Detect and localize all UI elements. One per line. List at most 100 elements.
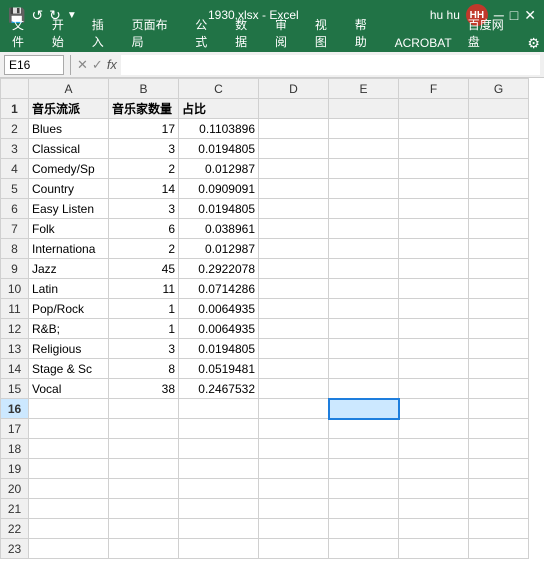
cell-b9[interactable]: 45 bbox=[109, 259, 179, 279]
cell-b8[interactable]: 2 bbox=[109, 239, 179, 259]
col-header-b[interactable]: B bbox=[109, 79, 179, 99]
cell-a14[interactable]: Stage & Sc bbox=[29, 359, 109, 379]
formula-confirm-icon[interactable]: ✓ bbox=[92, 57, 103, 73]
cell-b16[interactable] bbox=[109, 399, 179, 419]
cell-f21[interactable] bbox=[399, 499, 469, 519]
cell-g21[interactable] bbox=[469, 499, 529, 519]
tab-file[interactable]: 文件 bbox=[4, 14, 44, 52]
cell-b1[interactable]: 音乐家数量 bbox=[109, 99, 179, 119]
col-header-c[interactable]: C bbox=[179, 79, 259, 99]
cell-b23[interactable] bbox=[109, 539, 179, 559]
cell-b11[interactable]: 1 bbox=[109, 299, 179, 319]
cell-g19[interactable] bbox=[469, 459, 529, 479]
cell-c9[interactable]: 0.2922078 bbox=[179, 259, 259, 279]
window-close-icon[interactable]: ✕ bbox=[524, 7, 536, 24]
tab-data[interactable]: 数据 bbox=[227, 14, 267, 52]
cell-e23[interactable] bbox=[329, 539, 399, 559]
cell-c5[interactable]: 0.0909091 bbox=[179, 179, 259, 199]
cell-a18[interactable] bbox=[29, 439, 109, 459]
cell-b3[interactable]: 3 bbox=[109, 139, 179, 159]
cell-f19[interactable] bbox=[399, 459, 469, 479]
formula-input[interactable] bbox=[121, 55, 540, 75]
cell-c21[interactable] bbox=[179, 499, 259, 519]
cell-a9[interactable]: Jazz bbox=[29, 259, 109, 279]
col-header-d[interactable]: D bbox=[259, 79, 329, 99]
tab-help[interactable]: 帮助 bbox=[347, 14, 387, 52]
cell-e19[interactable] bbox=[329, 459, 399, 479]
cell-a1[interactable]: 音乐流派 bbox=[29, 99, 109, 119]
cell-b6[interactable]: 3 bbox=[109, 199, 179, 219]
cell-b14[interactable]: 8 bbox=[109, 359, 179, 379]
cell-d23[interactable] bbox=[259, 539, 329, 559]
cell-c12[interactable]: 0.0064935 bbox=[179, 319, 259, 339]
formula-cancel-icon[interactable]: ✕ bbox=[77, 57, 88, 73]
cell-c8[interactable]: 0.012987 bbox=[179, 239, 259, 259]
cell-e21[interactable] bbox=[329, 499, 399, 519]
cell-g16[interactable] bbox=[469, 399, 529, 419]
cell-b7[interactable]: 6 bbox=[109, 219, 179, 239]
cell-d22[interactable] bbox=[259, 519, 329, 539]
cell-c22[interactable] bbox=[179, 519, 259, 539]
cell-d19[interactable] bbox=[259, 459, 329, 479]
cell-a5[interactable]: Country bbox=[29, 179, 109, 199]
cell-a10[interactable]: Latin bbox=[29, 279, 109, 299]
cell-a6[interactable]: Easy Listen bbox=[29, 199, 109, 219]
cell-c14[interactable]: 0.0519481 bbox=[179, 359, 259, 379]
cell-b18[interactable] bbox=[109, 439, 179, 459]
cell-d18[interactable] bbox=[259, 439, 329, 459]
cell-e20[interactable] bbox=[329, 479, 399, 499]
cell-f20[interactable] bbox=[399, 479, 469, 499]
cell-a23[interactable] bbox=[29, 539, 109, 559]
cell-g18[interactable] bbox=[469, 439, 529, 459]
tab-start[interactable]: 开始 bbox=[44, 14, 84, 52]
cell-c10[interactable]: 0.0714286 bbox=[179, 279, 259, 299]
cell-e18[interactable] bbox=[329, 439, 399, 459]
cell-g20[interactable] bbox=[469, 479, 529, 499]
cell-b22[interactable] bbox=[109, 519, 179, 539]
tab-pagelayout[interactable]: 页面布局 bbox=[124, 14, 188, 52]
cell-a16[interactable] bbox=[29, 399, 109, 419]
cell-c15[interactable]: 0.2467532 bbox=[179, 379, 259, 399]
cell-a17[interactable] bbox=[29, 419, 109, 439]
cell-a12[interactable]: R&B; bbox=[29, 319, 109, 339]
cell-a20[interactable] bbox=[29, 479, 109, 499]
cell-c7[interactable]: 0.038961 bbox=[179, 219, 259, 239]
tab-review[interactable]: 审阅 bbox=[267, 14, 307, 52]
cell-c20[interactable] bbox=[179, 479, 259, 499]
cell-c13[interactable]: 0.0194805 bbox=[179, 339, 259, 359]
cell-b15[interactable]: 38 bbox=[109, 379, 179, 399]
cell-a15[interactable]: Vocal bbox=[29, 379, 109, 399]
cell-c1[interactable]: 占比 bbox=[179, 99, 259, 119]
cell-g17[interactable] bbox=[469, 419, 529, 439]
cell-c11[interactable]: 0.0064935 bbox=[179, 299, 259, 319]
col-header-f[interactable]: F bbox=[399, 79, 469, 99]
cell-g23[interactable] bbox=[469, 539, 529, 559]
cell-a22[interactable] bbox=[29, 519, 109, 539]
cell-b5[interactable]: 14 bbox=[109, 179, 179, 199]
cell-e22[interactable] bbox=[329, 519, 399, 539]
ribbon-extra-icon[interactable]: ⚙ bbox=[527, 35, 540, 52]
cell-b4[interactable]: 2 bbox=[109, 159, 179, 179]
cell-b21[interactable] bbox=[109, 499, 179, 519]
cell-d17[interactable] bbox=[259, 419, 329, 439]
cell-a19[interactable] bbox=[29, 459, 109, 479]
cell-d16[interactable] bbox=[259, 399, 329, 419]
cell-b12[interactable]: 1 bbox=[109, 319, 179, 339]
cell-f17[interactable] bbox=[399, 419, 469, 439]
cell-f16[interactable] bbox=[399, 399, 469, 419]
tab-acrobat[interactable]: ACROBAT bbox=[387, 34, 460, 52]
cell-e16[interactable] bbox=[329, 399, 399, 419]
cell-b13[interactable]: 3 bbox=[109, 339, 179, 359]
cell-a11[interactable]: Pop/Rock bbox=[29, 299, 109, 319]
cell-a4[interactable]: Comedy/Sp bbox=[29, 159, 109, 179]
formula-insert-icon[interactable]: fx bbox=[107, 57, 117, 72]
col-header-e[interactable]: E bbox=[329, 79, 399, 99]
tab-formula[interactable]: 公式 bbox=[187, 14, 227, 52]
tab-insert[interactable]: 插入 bbox=[84, 14, 124, 52]
cell-c16[interactable] bbox=[179, 399, 259, 419]
cell-c3[interactable]: 0.0194805 bbox=[179, 139, 259, 159]
cell-c23[interactable] bbox=[179, 539, 259, 559]
cell-a13[interactable]: Religious bbox=[29, 339, 109, 359]
cell-b19[interactable] bbox=[109, 459, 179, 479]
cell-e17[interactable] bbox=[329, 419, 399, 439]
